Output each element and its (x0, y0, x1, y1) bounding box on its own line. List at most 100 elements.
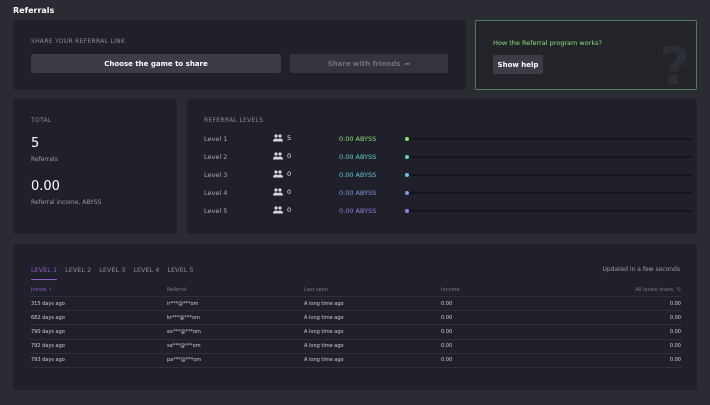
cell-referral: ir***@***om (167, 296, 304, 312)
level-row: Level 5 0 0.00 ABYSS (204, 206, 692, 217)
cell-last-seen: A long time ago (304, 339, 441, 354)
column-share[interactable]: All levels share, % (578, 284, 681, 297)
people-icon (273, 134, 283, 142)
people-icon (273, 188, 283, 196)
help-question-link[interactable]: How the Referral program works? (493, 39, 602, 47)
column-joined[interactable]: Joined ↑ (31, 284, 167, 297)
level-people: 0 (273, 206, 291, 214)
level-progress-dot (405, 173, 409, 177)
referrals-count: 5 (31, 136, 40, 151)
table-row: 792 days ago sa***@***om A long time ago… (31, 339, 681, 354)
updated-status: Updated in a few seconds (602, 266, 680, 273)
column-income[interactable]: Income (441, 284, 578, 297)
cell-last-seen: A long time ago (304, 324, 441, 340)
cell-joined: 315 days ago (31, 296, 167, 312)
level-count: 5 (287, 134, 292, 142)
tab-level-1[interactable]: LEVEL 1 (31, 266, 58, 280)
level-progress-bar (405, 155, 692, 159)
level-row: Level 3 0 0.00 ABYSS (204, 170, 692, 181)
level-name: Level 1 (204, 135, 228, 143)
level-progress-bar (405, 173, 692, 177)
level-row: Level 1 5 0.00 ABYSS (204, 134, 692, 145)
referral-income-value: 0.00 (31, 179, 60, 194)
level-progress-bar (405, 137, 692, 141)
level-row: Level 4 0 0.00 ABYSS (204, 188, 692, 199)
people-icon (273, 152, 283, 160)
level-income: 0.00 ABYSS (339, 153, 377, 161)
cell-last-seen: A long time ago (304, 296, 441, 312)
level-income: 0.00 ABYSS (339, 189, 377, 197)
cell-joined: 790 days ago (31, 324, 167, 340)
referral-levels-card: REFERRAL LEVELS Level 1 5 0.00 ABYSS Lev… (187, 99, 697, 234)
tab-level-3[interactable]: LEVEL 3 (99, 266, 125, 280)
level-progress-dot (405, 137, 409, 141)
cell-joined: 682 days ago (31, 310, 167, 326)
choose-game-button[interactable]: Choose the game to share (31, 54, 281, 73)
total-label: TOTAL (31, 117, 52, 124)
table-row: 790 days ago ex***@***om A long time ago… (31, 324, 681, 340)
show-help-button[interactable]: Show help (493, 55, 543, 74)
sort-arrow-icon: ↑ (47, 287, 53, 293)
question-mark-icon: ? (659, 37, 690, 90)
cell-income: 0.00 (441, 310, 578, 326)
cell-share: 0.00 (578, 296, 681, 312)
referrals-table: Joined ↑ Referral Last seen Income All l… (31, 284, 681, 368)
cell-referral: kr***@***om (167, 310, 304, 326)
share-arrow-icon: ➦ (404, 59, 411, 68)
page-title: Referrals (13, 6, 55, 15)
tab-level-5[interactable]: LEVEL 5 (167, 266, 193, 280)
table-row: 793 days ago pa***@***om A long time ago… (31, 353, 681, 368)
tab-level-4[interactable]: LEVEL 4 (133, 266, 159, 280)
level-count: 0 (287, 188, 292, 196)
cell-share: 0.00 (578, 310, 681, 326)
table-row: 315 days ago ir***@***om A long time ago… (31, 296, 681, 312)
cell-share: 0.00 (578, 324, 681, 340)
level-count: 0 (287, 206, 292, 214)
level-row: Level 2 0 0.00 ABYSS (204, 152, 692, 163)
cell-last-seen: A long time ago (304, 353, 441, 368)
people-icon (273, 206, 283, 214)
cell-referral: pa***@***om (167, 353, 304, 368)
level-count: 0 (287, 170, 292, 178)
cell-referral: sa***@***om (167, 339, 304, 354)
help-card: How the Referral program works? Show hel… (475, 20, 697, 90)
level-income: 0.00 ABYSS (339, 171, 377, 179)
total-card: TOTAL 5 Referrals 0.00 Referral income, … (13, 99, 177, 234)
cell-income: 0.00 (441, 296, 578, 312)
level-name: Level 5 (204, 207, 228, 215)
referral-levels-title: REFERRAL LEVELS (204, 117, 264, 124)
level-progress-bar (405, 191, 692, 195)
level-progress-dot (405, 191, 409, 195)
cell-joined: 792 days ago (31, 339, 167, 354)
column-joined-label: Joined (31, 287, 47, 293)
cell-income: 0.00 (441, 339, 578, 354)
cell-share: 0.00 (578, 339, 681, 354)
people-icon (273, 170, 283, 178)
level-income: 0.00 ABYSS (339, 135, 377, 143)
level-people: 0 (273, 188, 291, 196)
cell-income: 0.00 (441, 353, 578, 368)
level-progress-dot (405, 209, 409, 213)
cell-joined: 793 days ago (31, 353, 167, 368)
level-tabs: LEVEL 1 LEVEL 2 LEVEL 3 LEVEL 4 LEVEL 5 (31, 266, 202, 280)
tab-level-2[interactable]: LEVEL 2 (65, 266, 91, 280)
column-last-seen[interactable]: Last seen (304, 284, 441, 297)
share-with-friends-label: Share with friends (327, 59, 401, 68)
table-row: 682 days ago kr***@***om A long time ago… (31, 310, 681, 326)
table-header-row: Joined ↑ Referral Last seen Income All l… (31, 284, 681, 297)
share-with-friends-button[interactable]: Share with friends ➦ (290, 54, 448, 73)
share-title: SHARE YOUR REFERRAL LINK (31, 38, 126, 45)
level-progress-bar (405, 209, 692, 213)
level-count: 0 (287, 152, 292, 160)
level-progress-dot (405, 155, 409, 159)
column-referral[interactable]: Referral (167, 284, 304, 297)
cell-last-seen: A long time ago (304, 310, 441, 326)
level-people: 5 (273, 134, 291, 142)
level-name: Level 4 (204, 189, 228, 197)
level-name: Level 2 (204, 153, 228, 161)
level-name: Level 3 (204, 171, 228, 179)
level-people: 0 (273, 152, 291, 160)
cell-share: 0.00 (578, 353, 681, 368)
referrals-count-label: Referrals (31, 156, 58, 163)
level-people: 0 (273, 170, 291, 178)
